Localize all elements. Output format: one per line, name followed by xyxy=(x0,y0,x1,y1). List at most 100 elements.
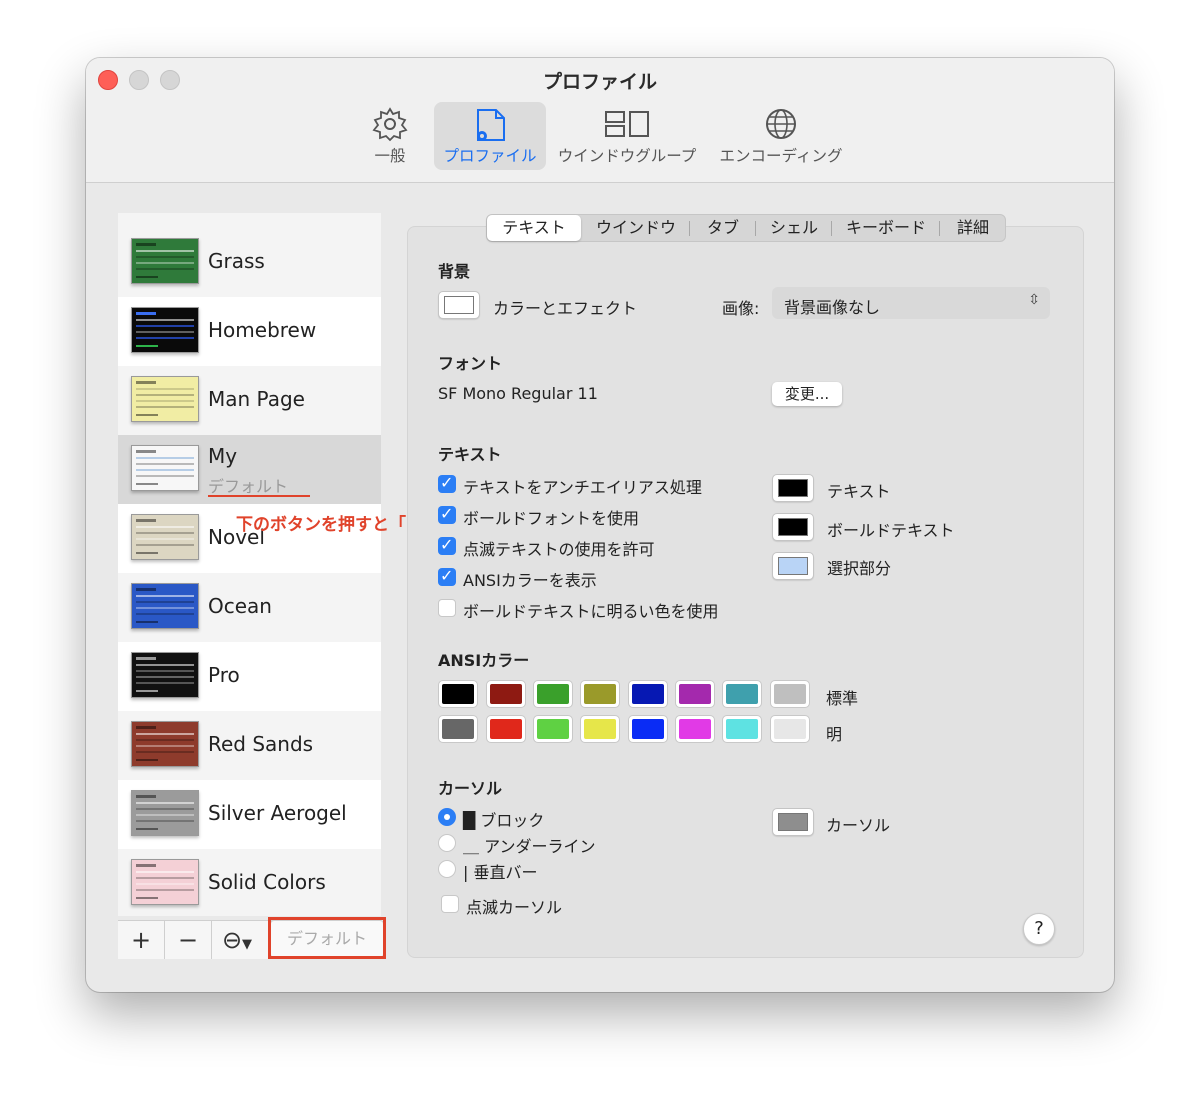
remove-profile-button[interactable]: − xyxy=(165,921,212,959)
bold-text-color-button[interactable] xyxy=(772,513,814,541)
profile-name: Red Sands xyxy=(208,732,314,756)
window-title: プロファイル xyxy=(542,71,657,93)
profile-row-man-page[interactable]: Man Page xyxy=(118,366,381,435)
ansi-bright-7[interactable] xyxy=(770,715,810,743)
ansi-color-checkbox[interactable] xyxy=(438,566,456,586)
chevron-updown-icon: ⇳ xyxy=(1028,292,1040,308)
background-image-select[interactable]: 背景画像なし ⇳ xyxy=(772,287,1050,319)
ansi-normal-7[interactable] xyxy=(770,680,810,708)
text-heading: テキスト xyxy=(438,445,502,464)
toolbar-encoding[interactable]: エンコーディング xyxy=(716,102,846,170)
ellipsis-circle-icon: ⊖ xyxy=(221,926,243,954)
cursor-color-button[interactable] xyxy=(772,808,814,836)
profile-row-solid-colors[interactable]: Solid Colors xyxy=(118,849,381,916)
toolbar-profiles-label: プロファイル xyxy=(443,147,537,165)
blink-text-label: 点滅テキストの使用を許可 xyxy=(463,540,655,559)
cursor-underline-label: ＿ アンダーライン xyxy=(463,837,596,856)
ansi-normal-6[interactable] xyxy=(722,680,762,708)
text-color-button[interactable] xyxy=(772,474,814,502)
profile-row-red-sands[interactable]: Red Sands xyxy=(118,711,381,780)
profile-name: Man Page xyxy=(208,387,305,411)
background-heading: 背景 xyxy=(438,262,471,281)
ansi-normal-3[interactable] xyxy=(580,680,620,708)
tab-advanced[interactable]: 詳細 xyxy=(943,215,1003,241)
ansi-bright-4[interactable] xyxy=(628,715,668,743)
profile-list[interactable]: Grass Homebrew Man Page My デフォルト Novel O… xyxy=(118,213,381,916)
profile-name: Homebrew xyxy=(208,318,317,342)
profile-name: Ocean xyxy=(208,594,272,618)
profile-row-grass[interactable]: Grass xyxy=(118,228,381,297)
ansi-normal-label: 標準 xyxy=(826,689,859,708)
ansi-heading: ANSIカラー xyxy=(438,651,530,670)
cursor-bar-radio[interactable] xyxy=(438,860,456,878)
default-profile-label: デフォルト xyxy=(208,477,289,496)
ansi-normal-4[interactable] xyxy=(628,680,668,708)
background-color-button[interactable] xyxy=(438,291,480,319)
profile-name: Pro xyxy=(208,663,240,687)
title-bar: プロファイル 一般 プロファイル ウインドウグループ エンコーディング xyxy=(86,58,1114,183)
tab-shell[interactable]: シェル xyxy=(759,215,829,241)
ansi-bright-0[interactable] xyxy=(438,715,478,743)
gear-icon xyxy=(365,106,415,142)
ansi-normal-0[interactable] xyxy=(438,680,478,708)
tab-text[interactable]: テキスト xyxy=(487,215,581,241)
ansi-bright-6[interactable] xyxy=(722,715,762,743)
profile-row-my[interactable]: My デフォルト xyxy=(118,435,381,504)
cursor-block-radio[interactable] xyxy=(438,808,456,826)
change-font-button[interactable]: 変更... xyxy=(772,382,842,406)
toolbar-window-groups[interactable]: ウインドウグループ xyxy=(556,102,698,170)
annotation-highlight-box xyxy=(268,917,386,959)
blink-text-checkbox[interactable] xyxy=(438,535,456,555)
ansi-bright-label: 明 xyxy=(826,725,843,744)
toolbar-profiles[interactable]: プロファイル xyxy=(434,102,546,170)
color-effect-label: カラーとエフェクト xyxy=(493,299,638,318)
profile-thumbnail xyxy=(131,652,199,698)
settings-tab-bar: テキスト ウインドウ タブ シェル キーボード 詳細 xyxy=(486,214,1006,242)
toolbar-window-groups-label: ウインドウグループ xyxy=(557,147,697,165)
blink-cursor-label: 点滅カーソル xyxy=(466,898,563,917)
ansi-bright-2[interactable] xyxy=(533,715,573,743)
toolbar-encoding-label: エンコーディング xyxy=(719,147,843,165)
toolbar-general[interactable]: 一般 xyxy=(365,102,415,170)
cursor-underline-radio[interactable] xyxy=(438,834,456,852)
profile-thumbnail xyxy=(131,445,199,491)
antialias-checkbox[interactable] xyxy=(438,473,456,493)
profile-row-pro[interactable]: Pro xyxy=(118,642,381,711)
profile-doc-icon xyxy=(434,106,546,142)
preferences-window: プロファイル 一般 プロファイル ウインドウグループ エンコーディング Gras… xyxy=(86,58,1114,992)
ansi-normal-1[interactable] xyxy=(486,680,526,708)
cursor-bar-label: | 垂直バー xyxy=(463,863,538,882)
cursor-block-label: █ ブロック xyxy=(463,811,545,830)
profile-thumbnail xyxy=(131,238,199,284)
window-groups-icon xyxy=(556,106,698,142)
antialias-label: テキストをアンチエイリアス処理 xyxy=(463,478,702,497)
add-profile-button[interactable]: + xyxy=(118,921,165,959)
ansi-bright-1[interactable] xyxy=(486,715,526,743)
ansi-normal-5[interactable] xyxy=(675,680,715,708)
profile-row[interactable] xyxy=(118,213,381,228)
bright-bold-checkbox[interactable] xyxy=(438,599,456,617)
profile-name: Silver Aerogel xyxy=(208,801,347,825)
tab-tab[interactable]: タブ xyxy=(693,215,753,241)
profile-name: Grass xyxy=(208,249,265,273)
ansi-bright-5[interactable] xyxy=(675,715,715,743)
tab-window[interactable]: ウインドウ xyxy=(587,215,685,241)
more-actions-button[interactable]: ⊖▼ xyxy=(212,921,262,959)
bold-font-checkbox[interactable] xyxy=(438,504,456,524)
chevron-down-icon: ▼ xyxy=(242,937,253,952)
selection-color-button[interactable] xyxy=(772,552,814,580)
background-image-value: 背景画像なし xyxy=(784,298,881,317)
ansi-bright-3[interactable] xyxy=(580,715,620,743)
bright-bold-label: ボールドテキストに明るい色を使用 xyxy=(463,602,719,621)
help-button[interactable]: ? xyxy=(1023,913,1055,945)
bold-font-label: ボールドフォントを使用 xyxy=(463,509,640,528)
profile-row-silver-aerogel[interactable]: Silver Aerogel xyxy=(118,780,381,849)
profile-row-ocean[interactable]: Ocean xyxy=(118,573,381,642)
selection-color-label: 選択部分 xyxy=(827,559,892,578)
annotation-underline xyxy=(208,495,310,497)
profile-thumbnail xyxy=(131,307,199,353)
profile-row-homebrew[interactable]: Homebrew xyxy=(118,297,381,366)
tab-keyboard[interactable]: キーボード xyxy=(835,215,937,241)
blink-cursor-checkbox[interactable] xyxy=(441,895,459,913)
ansi-normal-2[interactable] xyxy=(533,680,573,708)
